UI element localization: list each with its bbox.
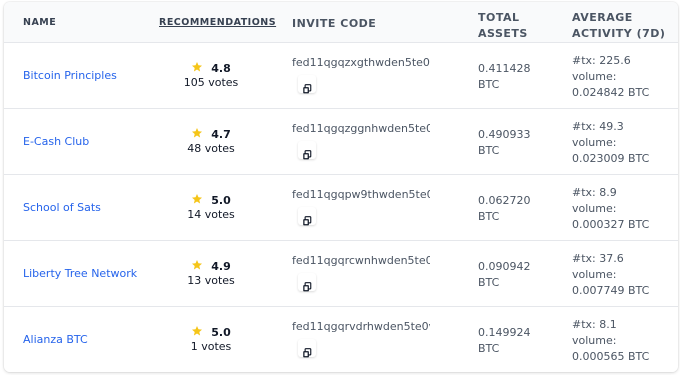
volume-value: 0.024842 BTC [572,86,650,99]
copy-invite-button[interactable] [298,273,316,292]
assets-unit: BTC [478,276,500,289]
copy-invite-button[interactable] [298,339,316,358]
volume-value: 0.000327 BTC [572,218,650,231]
total-assets: 0.490933 BTC [478,127,558,159]
copy-icon [302,277,312,292]
volume-label: volume: [572,334,617,347]
assets-value: 0.149924 [478,326,531,339]
volume-label: volume: [572,70,617,83]
assets-unit: BTC [478,210,500,223]
total-assets: 0.090942 BTC [478,259,558,291]
copy-invite-button[interactable] [298,75,316,94]
star-icon [191,61,203,73]
assets-unit: BTC [478,342,500,355]
volume-label: volume: [572,136,617,149]
tx-count: #tx: 49.3 [572,120,624,133]
column-header-name: NAME [23,17,57,28]
average-activity: #tx: 37.6 volume: 0.007749 BTC [572,251,676,299]
invite-code: fed11qgqrvdrhwden5te0v9 [292,320,430,333]
assets-value: 0.490933 [478,128,531,141]
assets-unit: BTC [478,144,500,157]
federations-table: NAME RECOMMENDATIONS INVITE CODE TOTAL A… [4,2,678,372]
rating-line: 5.0 [159,193,263,207]
federation-name-link[interactable]: Bitcoin Principles [23,69,117,82]
volume-label: volume: [572,202,617,215]
total-assets: 0.149924 BTC [478,325,558,357]
rating-line: 4.7 [159,127,263,141]
average-activity: #tx: 49.3 volume: 0.023009 BTC [572,119,676,167]
assets-unit: BTC [478,78,500,91]
recommendation-cell: 5.0 1 votes [159,307,263,372]
copy-icon [302,343,312,358]
copy-icon [302,211,312,226]
assets-value: 0.411428 [478,62,531,75]
rating-value: 4.8 [211,62,231,75]
copy-icon [302,145,312,160]
rating-line: 5.0 [159,325,263,339]
average-activity: #tx: 225.6 volume: 0.024842 BTC [572,53,676,101]
star-icon [191,325,203,337]
copy-invite-button[interactable] [298,141,316,160]
column-header-total-assets: TOTAL ASSETS [478,11,528,40]
table-row: School of Sats 5.0 14 votes fed11qgqpw9t… [4,175,678,241]
recommendation-cell: 4.9 13 votes [159,241,263,307]
federation-name-link[interactable]: E-Cash Club [23,135,89,148]
invite-code: fed11qgqzggnhwden5te0v9 [292,122,430,135]
rating-line: 4.9 [159,259,263,273]
column-header-recommendations[interactable]: RECOMMENDATIONS [159,17,276,29]
volume-value: 0.007749 BTC [572,284,650,297]
tx-count: #tx: 8.9 [572,186,617,199]
recommendation-cell: 5.0 14 votes [159,175,263,241]
invite-code: fed11qgqrcwnhwden5te0v9 [292,254,430,267]
volume-value: 0.023009 BTC [572,152,650,165]
average-activity: #tx: 8.1 volume: 0.000565 BTC [572,317,676,365]
total-assets: 0.062720 BTC [478,193,558,225]
copy-icon [302,79,312,94]
federation-name-link[interactable]: School of Sats [23,201,101,214]
rating-value: 4.9 [211,260,231,273]
votes-count: 105 votes [183,76,239,89]
tx-count: #tx: 37.6 [572,252,624,265]
copy-invite-button[interactable] [298,207,316,226]
star-icon [191,193,203,205]
table-row: Liberty Tree Network 4.9 13 votes fed11q… [4,241,678,307]
table-row: Alianza BTC 5.0 1 votes fed11qgqrvdrhwde… [4,307,678,372]
invite-code: fed11qgqzxgthwden5te0v9 [292,56,430,69]
federation-name-link[interactable]: Alianza BTC [23,333,88,346]
federation-name-link[interactable]: Liberty Tree Network [23,267,137,280]
column-header-average-activity: AVERAGE ACTIVITY (7D) [572,11,666,40]
column-header-invite-code: INVITE CODE [292,17,377,30]
tx-count: #tx: 225.6 [572,54,631,67]
star-icon [191,259,203,271]
invite-code: fed11qgqpw9thwden5te0v9 [292,188,430,201]
volume-label: volume: [572,268,617,281]
assets-value: 0.062720 [478,194,531,207]
tx-count: #tx: 8.1 [572,318,617,331]
votes-count: 13 votes [187,274,235,287]
assets-value: 0.090942 [478,260,531,273]
rating-value: 5.0 [211,194,231,207]
votes-count: 14 votes [187,208,235,221]
rating-line: 4.8 [159,61,263,75]
table-row: E-Cash Club 4.7 48 votes fed11qgqzggnhwd… [4,109,678,175]
recommendation-cell: 4.8 105 votes [159,43,263,109]
table-header: NAME RECOMMENDATIONS INVITE CODE TOTAL A… [4,2,678,43]
rating-value: 4.7 [211,128,231,141]
recommendation-cell: 4.7 48 votes [159,109,263,175]
votes-count: 1 votes [190,340,232,353]
votes-count: 48 votes [187,142,235,155]
total-assets: 0.411428 BTC [478,61,558,93]
star-icon [191,127,203,139]
volume-value: 0.000565 BTC [572,350,650,363]
table-row: Bitcoin Principles 4.8 105 votes fed11qg… [4,43,678,109]
rating-value: 5.0 [211,326,231,339]
average-activity: #tx: 8.9 volume: 0.000327 BTC [572,185,676,233]
